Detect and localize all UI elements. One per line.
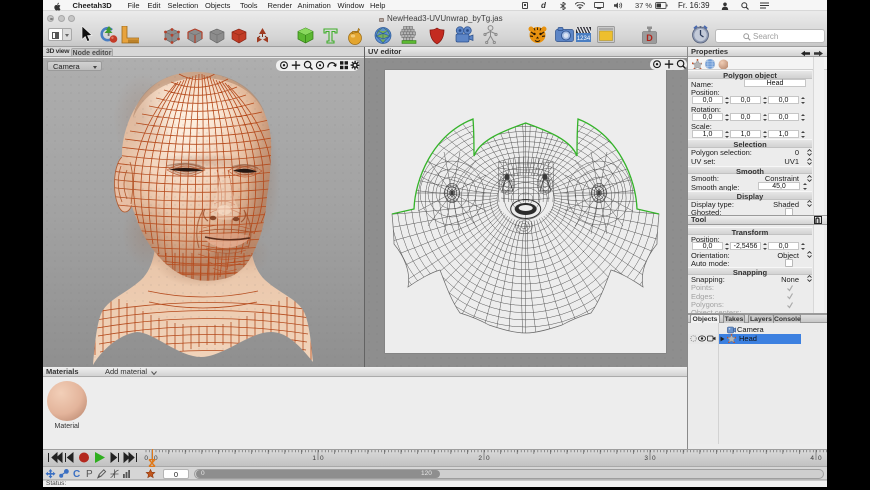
svg-text:C: C — [73, 469, 80, 480]
svg-text:P: P — [86, 469, 93, 480]
svg-text:D: D — [646, 33, 653, 43]
svg-text:1234: 1234 — [577, 36, 591, 42]
